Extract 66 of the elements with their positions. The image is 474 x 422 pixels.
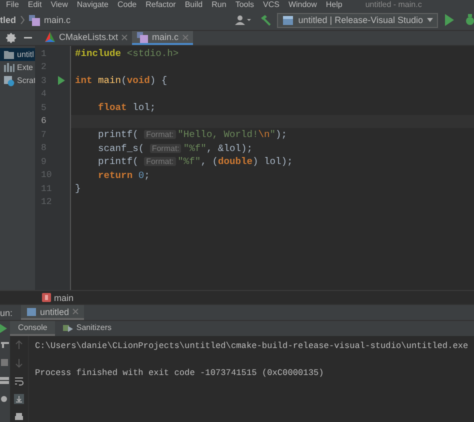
close-icon (121, 34, 128, 40)
project-tree-item[interactable]: untitl (0, 48, 35, 61)
code-line: printf( Format: "%f", (double) lol); (97, 155, 294, 168)
c-file-icon (28, 14, 42, 26)
down-arrow-icon (14, 358, 24, 368)
stop-icon (0, 358, 10, 367)
scratch-file-icon (3, 74, 15, 86)
console-output-line: C:\Users\danie\CLionProjects\untitled\cmake-build-release-visual-studio\untitled.exe (35, 340, 470, 353)
chevron-icon (20, 16, 26, 24)
close-icon (182, 34, 189, 40)
run-icon (0, 324, 7, 334)
run-tab[interactable]: untitled (21, 305, 84, 320)
print-icon (14, 412, 24, 422)
run-icon (444, 14, 454, 26)
sanitizer-icon (63, 322, 74, 333)
triangle-icon (44, 31, 56, 43)
menu-item[interactable]: File (6, 0, 19, 10)
code-line: #include <stdio.h> (74, 47, 180, 60)
menu-item[interactable]: Help (326, 0, 342, 10)
library-icon (3, 62, 15, 73)
run-icon[interactable] (58, 76, 64, 86)
code-line: } (74, 182, 82, 196)
function-icon (42, 293, 51, 302)
menu-item[interactable]: Refactor (146, 0, 176, 10)
menu-item[interactable]: Tools (235, 0, 254, 10)
breadcrumb[interactable]: tled (0, 15, 16, 25)
breadcrumb[interactable]: main.c (44, 15, 71, 25)
menu-item[interactable]: View (50, 0, 68, 10)
console-tab[interactable]: Console (10, 321, 56, 336)
menu-item[interactable]: Build (184, 0, 203, 10)
menu-item[interactable]: Navigate (76, 0, 108, 10)
console-output-line: Process finished with exit code -1073741515 (0xC0000135) (35, 367, 325, 380)
breadcrumb[interactable]: main (54, 292, 74, 302)
wrench-icon (0, 340, 10, 349)
run-configuration-dropdown[interactable]: untitled | Release-Visual Studio (277, 12, 438, 28)
menu-item[interactable]: VCS (263, 0, 280, 10)
code-line: return 0; (97, 168, 151, 182)
menu-item[interactable]: Window (288, 0, 317, 10)
user-icon (235, 14, 252, 26)
menu-item[interactable]: Code (117, 0, 137, 10)
code-line: float lol; (97, 101, 157, 114)
menu-item[interactable]: Edit (28, 0, 42, 10)
project-tree-item[interactable]: Exte (0, 61, 35, 74)
scroll-to-end-icon (14, 394, 24, 404)
c-file-icon (136, 30, 150, 44)
editor-tab[interactable]: main.c (132, 31, 193, 45)
window-icon (282, 14, 294, 26)
layout-icon (0, 376, 10, 385)
console-tab[interactable]: Sanitizers (55, 321, 120, 336)
line-number: 6 (41, 116, 46, 126)
debug-icon (464, 14, 474, 26)
settings-icon (6, 33, 16, 43)
window-title: untitled - main.c (365, 0, 422, 10)
up-arrow-icon (14, 340, 24, 350)
caret-icon (427, 18, 433, 22)
editor-tab[interactable]: CMakeLists.txt (40, 31, 132, 45)
code-line: printf( Format: "Hello, World!\n"); (97, 128, 288, 142)
window-icon (26, 306, 37, 317)
code-line: scanf_s( Format: "%f", &lol); (97, 142, 254, 155)
folder-icon (3, 49, 15, 60)
panel-label: un: (0, 306, 14, 320)
menu-item[interactable]: Run (212, 0, 226, 10)
code-line: int main(void) { (74, 74, 168, 88)
hammer-icon (259, 14, 272, 26)
soft-wrap-icon (14, 376, 24, 386)
close-icon (72, 308, 80, 316)
